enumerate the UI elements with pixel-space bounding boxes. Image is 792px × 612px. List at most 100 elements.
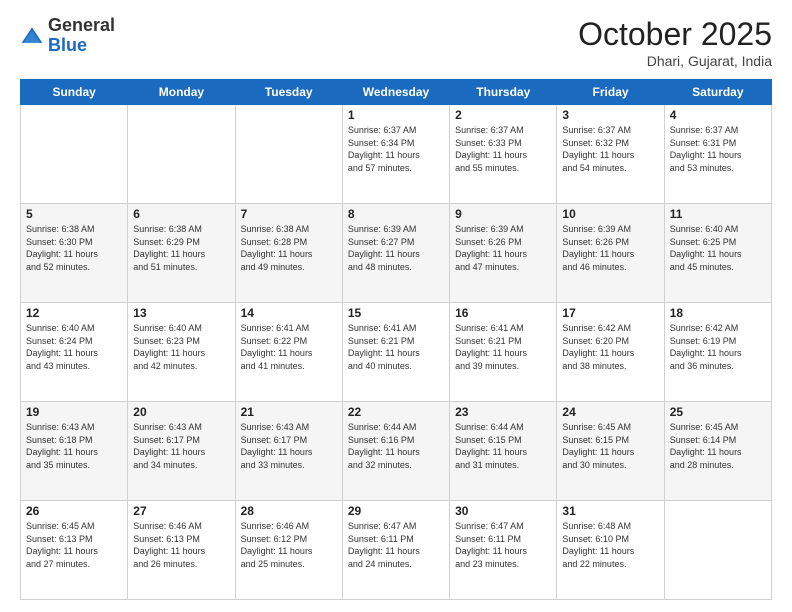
day-number: 6: [133, 207, 229, 221]
day-number: 10: [562, 207, 658, 221]
day-info: Sunrise: 6:46 AMSunset: 6:12 PMDaylight:…: [241, 520, 337, 570]
calendar-cell: 21Sunrise: 6:43 AMSunset: 6:17 PMDayligh…: [235, 402, 342, 501]
day-info: Sunrise: 6:43 AMSunset: 6:17 PMDaylight:…: [241, 421, 337, 471]
weekday-header-row: SundayMondayTuesdayWednesdayThursdayFrid…: [21, 80, 772, 105]
day-number: 5: [26, 207, 122, 221]
calendar-cell: 18 Sunrise: 6:42 AMSunset: 6:19 PMDayligh…: [664, 303, 771, 402]
month-title: October 2025: [578, 16, 772, 53]
calendar-cell: 1Sunrise: 6:37 AMSunset: 6:34 PMDaylight…: [342, 105, 449, 204]
day-number: 14: [241, 306, 337, 320]
calendar-cell: [21, 105, 128, 204]
calendar-week-row-3: 12 Sunrise: 6:40 AMSunset: 6:24 PMDayligh…: [21, 303, 772, 402]
calendar-cell: 11 Sunrise: 6:40 AMSunset: 6:25 PMDayligh…: [664, 204, 771, 303]
calendar-cell: [128, 105, 235, 204]
calendar-cell: 4Sunrise: 6:37 AMSunset: 6:31 PMDaylight…: [664, 105, 771, 204]
location-subtitle: Dhari, Gujarat, India: [578, 53, 772, 69]
day-info: Sunrise: 6:45 AMSunset: 6:14 PMDaylight:…: [670, 421, 766, 471]
day-number: 12: [26, 306, 122, 320]
calendar-cell: 5 Sunrise: 6:38 AMSunset: 6:30 PMDaylight…: [21, 204, 128, 303]
calendar-week-row-2: 5 Sunrise: 6:38 AMSunset: 6:30 PMDaylight…: [21, 204, 772, 303]
day-number: 17: [562, 306, 658, 320]
day-info: Sunrise: 6:39 AMSunset: 6:27 PMDaylight:…: [348, 223, 444, 273]
calendar-cell: 24Sunrise: 6:45 AMSunset: 6:15 PMDayligh…: [557, 402, 664, 501]
day-info: Sunrise: 6:40 AMSunset: 6:24 PMDaylight:…: [26, 322, 122, 372]
day-info: Sunrise: 6:38 AMSunset: 6:29 PMDaylight:…: [133, 223, 229, 273]
calendar-cell: 31 Sunrise: 6:48 AMSunset: 6:10 PMDayligh…: [557, 501, 664, 600]
day-info: Sunrise: 6:47 AMSunset: 6:11 PMDaylight:…: [455, 520, 551, 570]
day-number: 27: [133, 504, 229, 518]
calendar-cell: 29 Sunrise: 6:47 AMSunset: 6:11 PMDayligh…: [342, 501, 449, 600]
calendar-week-row-4: 19Sunrise: 6:43 AMSunset: 6:18 PMDayligh…: [21, 402, 772, 501]
calendar-cell: 25 Sunrise: 6:45 AMSunset: 6:14 PMDayligh…: [664, 402, 771, 501]
calendar-cell: 10 Sunrise: 6:39 AMSunset: 6:26 PMDayligh…: [557, 204, 664, 303]
calendar-cell: 12 Sunrise: 6:40 AMSunset: 6:24 PMDayligh…: [21, 303, 128, 402]
day-info: Sunrise: 6:48 AMSunset: 6:10 PMDaylight:…: [562, 520, 658, 570]
day-number: 30: [455, 504, 551, 518]
day-info: Sunrise: 6:42 AMSunset: 6:20 PMDaylight:…: [562, 322, 658, 372]
day-number: 18: [670, 306, 766, 320]
weekday-header-tuesday: Tuesday: [235, 80, 342, 105]
day-info: Sunrise: 6:40 AMSunset: 6:23 PMDaylight:…: [133, 322, 229, 372]
day-number: 16: [455, 306, 551, 320]
day-number: 24: [562, 405, 658, 419]
day-info: Sunrise: 6:44 AMSunset: 6:15 PMDaylight:…: [455, 421, 551, 471]
weekday-header-wednesday: Wednesday: [342, 80, 449, 105]
day-number: 28: [241, 504, 337, 518]
calendar-cell: 20 Sunrise: 6:43 AMSunset: 6:17 PMDayligh…: [128, 402, 235, 501]
day-number: 23: [455, 405, 551, 419]
day-number: 8: [348, 207, 444, 221]
day-info: Sunrise: 6:38 AMSunset: 6:30 PMDaylight:…: [26, 223, 122, 273]
title-block: October 2025 Dhari, Gujarat, India: [578, 16, 772, 69]
calendar-cell: 7Sunrise: 6:38 AMSunset: 6:28 PMDaylight…: [235, 204, 342, 303]
calendar-cell: 28 Sunrise: 6:46 AMSunset: 6:12 PMDayligh…: [235, 501, 342, 600]
day-info: Sunrise: 6:37 AMSunset: 6:33 PMDaylight:…: [455, 124, 551, 174]
day-info: Sunrise: 6:47 AMSunset: 6:11 PMDaylight:…: [348, 520, 444, 570]
calendar-cell: 3Sunrise: 6:37 AMSunset: 6:32 PMDaylight…: [557, 105, 664, 204]
calendar-cell: 13Sunrise: 6:40 AMSunset: 6:23 PMDayligh…: [128, 303, 235, 402]
day-number: 22: [348, 405, 444, 419]
day-number: 1: [348, 108, 444, 122]
calendar-cell: 6 Sunrise: 6:38 AMSunset: 6:29 PMDaylight…: [128, 204, 235, 303]
day-info: Sunrise: 6:43 AMSunset: 6:17 PMDaylight:…: [133, 421, 229, 471]
day-number: 29: [348, 504, 444, 518]
calendar-cell: [235, 105, 342, 204]
day-info: Sunrise: 6:40 AMSunset: 6:25 PMDaylight:…: [670, 223, 766, 273]
day-info: Sunrise: 6:38 AMSunset: 6:28 PMDaylight:…: [241, 223, 337, 273]
day-number: 26: [26, 504, 122, 518]
calendar-week-row-1: 1Sunrise: 6:37 AMSunset: 6:34 PMDaylight…: [21, 105, 772, 204]
calendar-cell: 2 Sunrise: 6:37 AMSunset: 6:33 PMDaylight…: [450, 105, 557, 204]
day-number: 25: [670, 405, 766, 419]
calendar-cell: 27Sunrise: 6:46 AMSunset: 6:13 PMDayligh…: [128, 501, 235, 600]
day-number: 19: [26, 405, 122, 419]
calendar-cell: 14 Sunrise: 6:41 AMSunset: 6:22 PMDayligh…: [235, 303, 342, 402]
day-info: Sunrise: 6:39 AMSunset: 6:26 PMDaylight:…: [455, 223, 551, 273]
logo-blue-text: Blue: [48, 35, 87, 55]
day-info: Sunrise: 6:39 AMSunset: 6:26 PMDaylight:…: [562, 223, 658, 273]
weekday-header-thursday: Thursday: [450, 80, 557, 105]
day-number: 20: [133, 405, 229, 419]
logo: General Blue: [20, 16, 115, 56]
logo-icon: [20, 24, 44, 48]
page: General Blue October 2025 Dhari, Gujarat…: [0, 0, 792, 612]
day-number: 2: [455, 108, 551, 122]
day-number: 9: [455, 207, 551, 221]
day-number: 15: [348, 306, 444, 320]
weekday-header-saturday: Saturday: [664, 80, 771, 105]
calendar-cell: 16Sunrise: 6:41 AMSunset: 6:21 PMDayligh…: [450, 303, 557, 402]
calendar-cell: 17 Sunrise: 6:42 AMSunset: 6:20 PMDayligh…: [557, 303, 664, 402]
calendar-cell: 22Sunrise: 6:44 AMSunset: 6:16 PMDayligh…: [342, 402, 449, 501]
logo-text: General Blue: [48, 16, 115, 56]
day-info: Sunrise: 6:41 AMSunset: 6:22 PMDaylight:…: [241, 322, 337, 372]
day-number: 11: [670, 207, 766, 221]
calendar-cell: 30 Sunrise: 6:47 AMSunset: 6:11 PMDayligh…: [450, 501, 557, 600]
day-number: 31: [562, 504, 658, 518]
day-info: Sunrise: 6:42 AMSunset: 6:19 PMDaylight:…: [670, 322, 766, 372]
calendar-cell: 23 Sunrise: 6:44 AMSunset: 6:15 PMDayligh…: [450, 402, 557, 501]
calendar-cell: 9 Sunrise: 6:39 AMSunset: 6:26 PMDaylight…: [450, 204, 557, 303]
calendar-table: SundayMondayTuesdayWednesdayThursdayFrid…: [20, 79, 772, 600]
day-info: Sunrise: 6:37 AMSunset: 6:32 PMDaylight:…: [562, 124, 658, 174]
calendar-cell: [664, 501, 771, 600]
calendar-cell: 15Sunrise: 6:41 AMSunset: 6:21 PMDayligh…: [342, 303, 449, 402]
weekday-header-sunday: Sunday: [21, 80, 128, 105]
day-number: 4: [670, 108, 766, 122]
